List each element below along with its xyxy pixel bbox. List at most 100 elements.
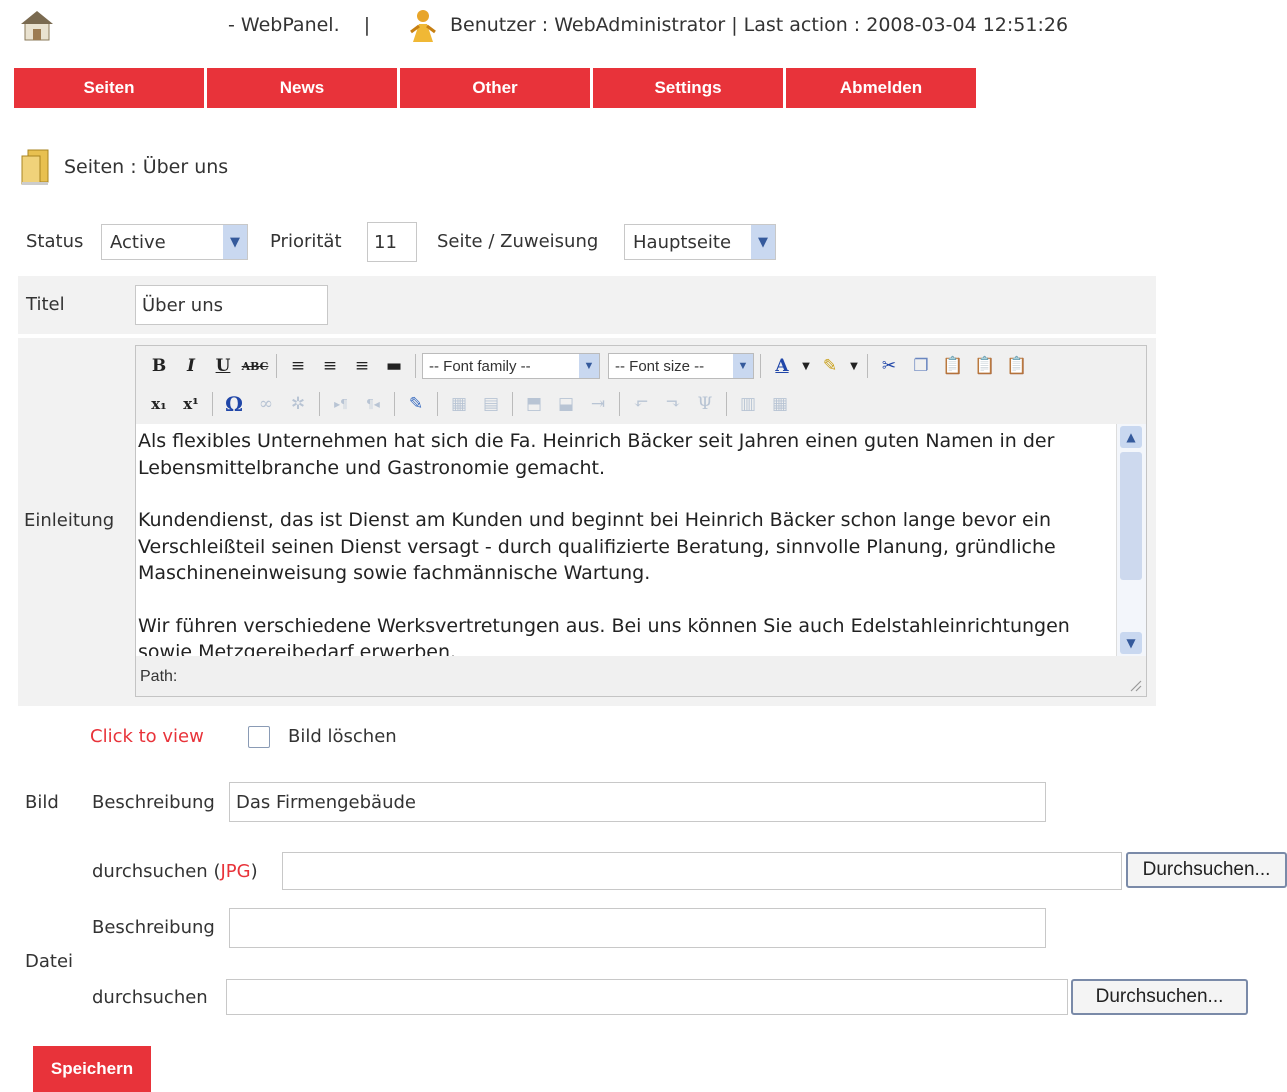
font-size-select[interactable]: -- Font size -- ▼: [608, 353, 754, 379]
image-browse-button[interactable]: Durchsuchen...: [1126, 852, 1287, 888]
copy-icon[interactable]: ❐: [906, 352, 936, 380]
paste-text-icon[interactable]: 📋: [970, 352, 1000, 380]
priority-value: 11: [374, 231, 397, 253]
file-description-input[interactable]: [229, 908, 1046, 948]
file-browse-button[interactable]: Durchsuchen...: [1071, 979, 1248, 1015]
nav-item-settings[interactable]: Settings: [593, 68, 786, 108]
italic-icon[interactable]: I: [176, 352, 206, 380]
image-file-input[interactable]: [282, 852, 1122, 890]
image-description-label: Beschreibung: [92, 792, 215, 813]
strikethrough-icon[interactable]: ABC: [240, 352, 270, 380]
insert-col-after-icon[interactable]: ⬎: [658, 390, 688, 418]
editor-paragraph: Als flexibles Unternehmen hat sich die F…: [138, 430, 1055, 479]
status-value: Active: [110, 231, 166, 253]
delete-image-checkbox[interactable]: [248, 726, 270, 748]
toolbar-divider: [394, 392, 395, 416]
highlight-icon[interactable]: ✎: [815, 352, 845, 380]
status-select[interactable]: Active ▼: [101, 224, 248, 260]
toolbar-divider: [319, 392, 320, 416]
link-icon[interactable]: ∞: [251, 390, 281, 418]
merge-cells-icon[interactable]: ▦: [765, 390, 795, 418]
path-label: Path:: [140, 668, 178, 685]
special-char-icon[interactable]: Ω: [219, 390, 249, 418]
scroll-thumb[interactable]: [1120, 452, 1142, 580]
image-label: Bild: [25, 792, 59, 813]
align-left-icon[interactable]: ≡: [283, 352, 313, 380]
font-family-select[interactable]: -- Font family -- ▼: [422, 353, 600, 379]
image-description-input[interactable]: Das Firmengebäude: [229, 782, 1046, 822]
rtl-icon[interactable]: ¶◂: [358, 390, 388, 418]
chevron-down-icon: ▼: [223, 225, 247, 259]
rich-text-editor: B I U ABC ≡ ≡ ≡ ▬ -- Font family -- ▼ --…: [135, 345, 1147, 697]
intro-label: Einleitung: [24, 510, 115, 531]
delete-col-icon[interactable]: Ψ: [690, 390, 720, 418]
user-status: Benutzer : WebAdministrator | Last actio…: [450, 14, 1069, 36]
toolbar-divider: [760, 354, 761, 378]
insert-row-after-icon[interactable]: ⬓: [551, 390, 581, 418]
align-center-icon[interactable]: ≡: [315, 352, 345, 380]
book-icon: [21, 149, 49, 185]
nav-item-seiten[interactable]: Seiten: [14, 68, 207, 108]
align-right-icon[interactable]: ≡: [347, 352, 377, 380]
editor-paragraph: Kundendienst, das ist Dienst am Kunden u…: [138, 509, 1056, 584]
priority-label: Priorität: [270, 231, 342, 252]
toolbar-divider: [726, 392, 727, 416]
editor-scrollbar[interactable]: ▲ ▼: [1116, 424, 1146, 656]
font-color-icon[interactable]: A: [767, 352, 797, 380]
click-to-view-link[interactable]: Click to view: [90, 726, 204, 747]
delete-image-label: Bild löschen: [288, 726, 397, 747]
chevron-down-icon: ▼: [579, 354, 599, 378]
delete-row-icon[interactable]: ⇥: [583, 390, 613, 418]
align-justify-icon[interactable]: ▬: [379, 352, 409, 380]
chevron-down-icon[interactable]: ▼: [847, 352, 861, 380]
unlink-icon[interactable]: ✲: [283, 390, 313, 418]
toolbar-divider: [437, 392, 438, 416]
assignment-select[interactable]: Hauptseite ▼: [624, 224, 776, 260]
title-value: Über uns: [142, 294, 223, 316]
edit-source-icon[interactable]: ✎: [401, 390, 431, 418]
file-label: Datei: [25, 951, 74, 972]
status-label: Status: [26, 231, 84, 252]
resize-grip-icon[interactable]: [1128, 678, 1142, 692]
save-button[interactable]: Speichern: [33, 1046, 151, 1092]
nav-item-news[interactable]: News: [207, 68, 400, 108]
editor-path-bar: Path:: [136, 658, 1150, 696]
font-size-placeholder: -- Font size --: [615, 357, 705, 375]
image-browse-label: durchsuchen (JPG): [92, 861, 258, 882]
subscript-icon[interactable]: x₁: [144, 390, 174, 418]
title-input[interactable]: Über uns: [135, 285, 328, 325]
editor-content[interactable]: Als flexibles Unternehmen hat sich die F…: [136, 424, 1116, 656]
nav-item-other[interactable]: Other: [400, 68, 593, 108]
home-icon[interactable]: [18, 8, 56, 42]
toolbar-divider: [276, 354, 277, 378]
scroll-down-icon[interactable]: ▼: [1120, 632, 1142, 654]
chevron-down-icon[interactable]: ▼: [799, 352, 813, 380]
chevron-down-icon: ▼: [751, 225, 775, 259]
superscript-icon[interactable]: x¹: [176, 390, 206, 418]
file-browse-label: durchsuchen: [92, 987, 208, 1008]
editor-paragraph: Wir führen verschiedene Werksvertretunge…: [138, 614, 1070, 657]
nav-item-abmelden[interactable]: Abmelden: [786, 68, 979, 108]
main-nav: Seiten News Other Settings Abmelden: [14, 68, 979, 108]
cut-icon[interactable]: ✂: [874, 352, 904, 380]
table-props-icon[interactable]: ▤: [476, 390, 506, 418]
ltr-icon[interactable]: ▸¶: [326, 390, 356, 418]
page-title: Seiten : Über uns: [64, 156, 229, 178]
user-icon: [410, 10, 436, 42]
paste-word-icon[interactable]: 📋: [1002, 352, 1032, 380]
insert-col-before-icon[interactable]: ⬐: [626, 390, 656, 418]
bold-icon[interactable]: B: [144, 352, 174, 380]
toolbar-divider: [867, 354, 868, 378]
insert-row-before-icon[interactable]: ⬒: [519, 390, 549, 418]
priority-input[interactable]: 11: [367, 222, 417, 262]
toolbar-divider: [512, 392, 513, 416]
scroll-up-icon[interactable]: ▲: [1120, 426, 1142, 448]
paste-icon[interactable]: 📋: [938, 352, 968, 380]
split-cells-icon[interactable]: ▥: [733, 390, 763, 418]
editor-toolbar-row-1: B I U ABC ≡ ≡ ≡ ▬ -- Font family -- ▼ --…: [144, 350, 1032, 382]
toolbar-divider: [619, 392, 620, 416]
file-input[interactable]: [226, 979, 1068, 1015]
underline-icon[interactable]: U: [208, 352, 238, 380]
editor-toolbar-row-2: x₁ x¹ Ω ∞ ✲ ▸¶ ¶◂ ✎ ▦ ▤ ⬒ ⬓ ⇥ ⬐ ⬎ Ψ ▥ ▦: [144, 388, 795, 420]
table-icon[interactable]: ▦: [444, 390, 474, 418]
